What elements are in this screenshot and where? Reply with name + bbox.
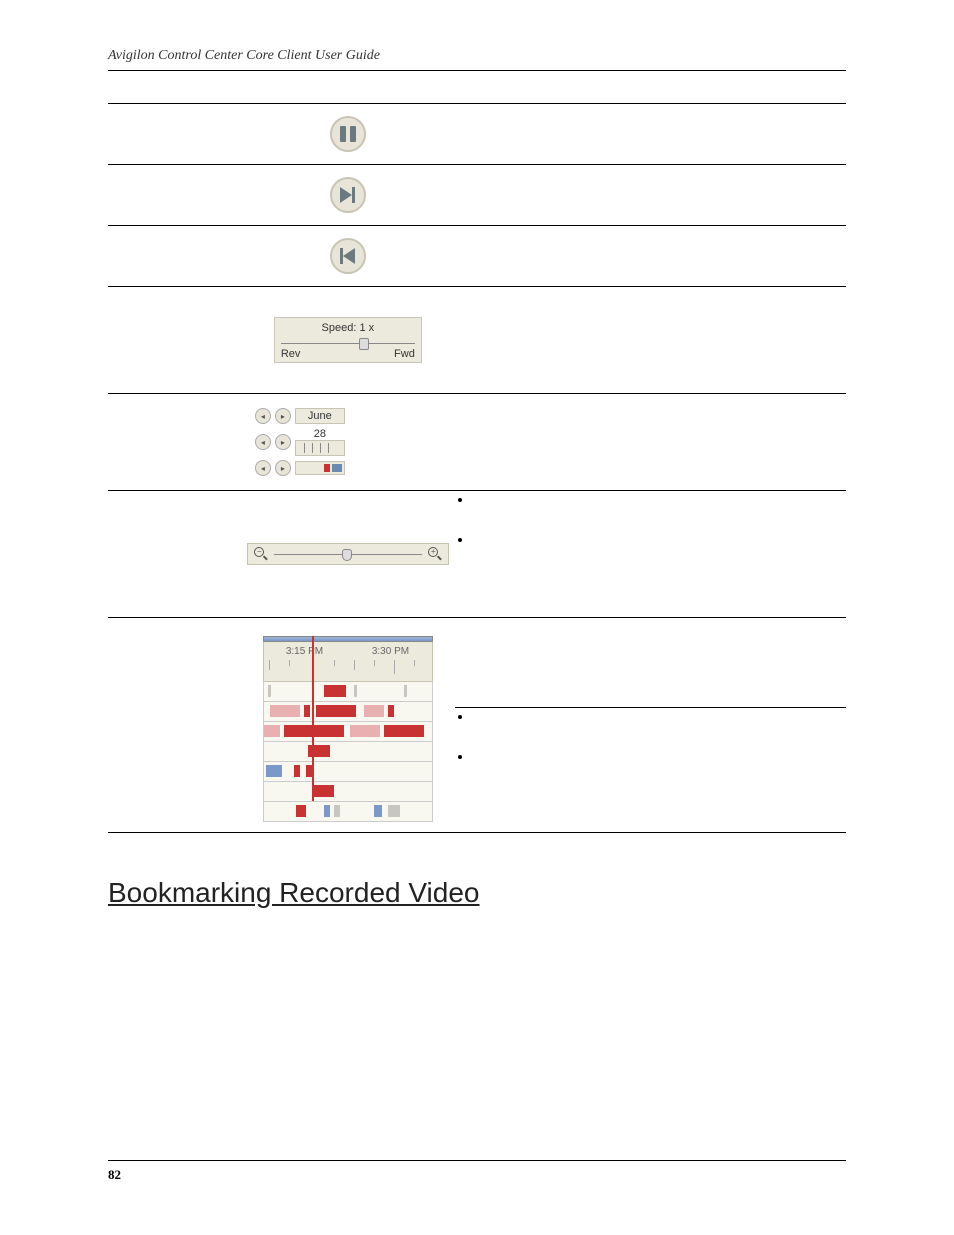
list-item: [473, 708, 846, 748]
timeline[interactable]: 3:15 PM 3:30 PM: [263, 636, 433, 822]
controls-table: Speed: 1 x Rev Fwd ◂ ▸ June: [108, 103, 846, 833]
prev-month-button[interactable]: ◂: [255, 408, 271, 424]
calendar-day: 28: [314, 428, 326, 440]
list-item: [473, 491, 846, 531]
page-header: Avigilon Control Center Core Client User…: [108, 48, 846, 71]
step-forward-button[interactable]: [330, 177, 366, 213]
pause-button[interactable]: [330, 116, 366, 152]
calendar-month: June: [295, 408, 345, 424]
next-day-button[interactable]: ▸: [275, 434, 291, 450]
timeline-lane: [263, 722, 433, 742]
next-month-button[interactable]: ▸: [275, 408, 291, 424]
page-footer: 82: [108, 1160, 846, 1183]
calendar-nav: ◂ ▸ June ◂ ▸ 28: [255, 408, 355, 476]
timeline-lane: [263, 682, 433, 702]
zoom-in-icon[interactable]: +: [428, 547, 442, 561]
step-backward-icon: [340, 248, 355, 264]
timeline-time-1: 3:15 PM: [286, 646, 323, 657]
timeline-lane: [263, 702, 433, 722]
timeline-lane: [263, 802, 433, 822]
calendar-segment-bar[interactable]: [295, 461, 345, 475]
timeline-description-list: [455, 708, 846, 788]
page-number: 82: [108, 1167, 121, 1182]
speed-slider[interactable]: Speed: 1 x Rev Fwd: [274, 317, 422, 363]
timeline-lane: [263, 742, 433, 762]
zoom-description-list: [455, 491, 846, 571]
zoom-slider[interactable]: − +: [247, 543, 449, 565]
speed-label: Speed: 1 x: [281, 322, 415, 334]
section-heading: Bookmarking Recorded Video: [108, 877, 846, 909]
prev-segment-button[interactable]: ◂: [255, 460, 271, 476]
next-segment-button[interactable]: ▸: [275, 460, 291, 476]
timeline-lane: [263, 782, 433, 802]
list-item: [473, 748, 846, 788]
step-forward-icon: [340, 187, 355, 203]
timeline-time-2: 3:30 PM: [372, 646, 409, 657]
prev-day-button[interactable]: ◂: [255, 434, 271, 450]
zoom-out-icon[interactable]: −: [254, 547, 268, 561]
timeline-marker[interactable]: [312, 636, 314, 801]
timeline-lane: [263, 762, 433, 782]
list-item: [473, 531, 846, 571]
calendar-hour-ticks: [295, 440, 345, 456]
step-backward-button[interactable]: [330, 238, 366, 274]
pause-icon: [340, 126, 356, 142]
